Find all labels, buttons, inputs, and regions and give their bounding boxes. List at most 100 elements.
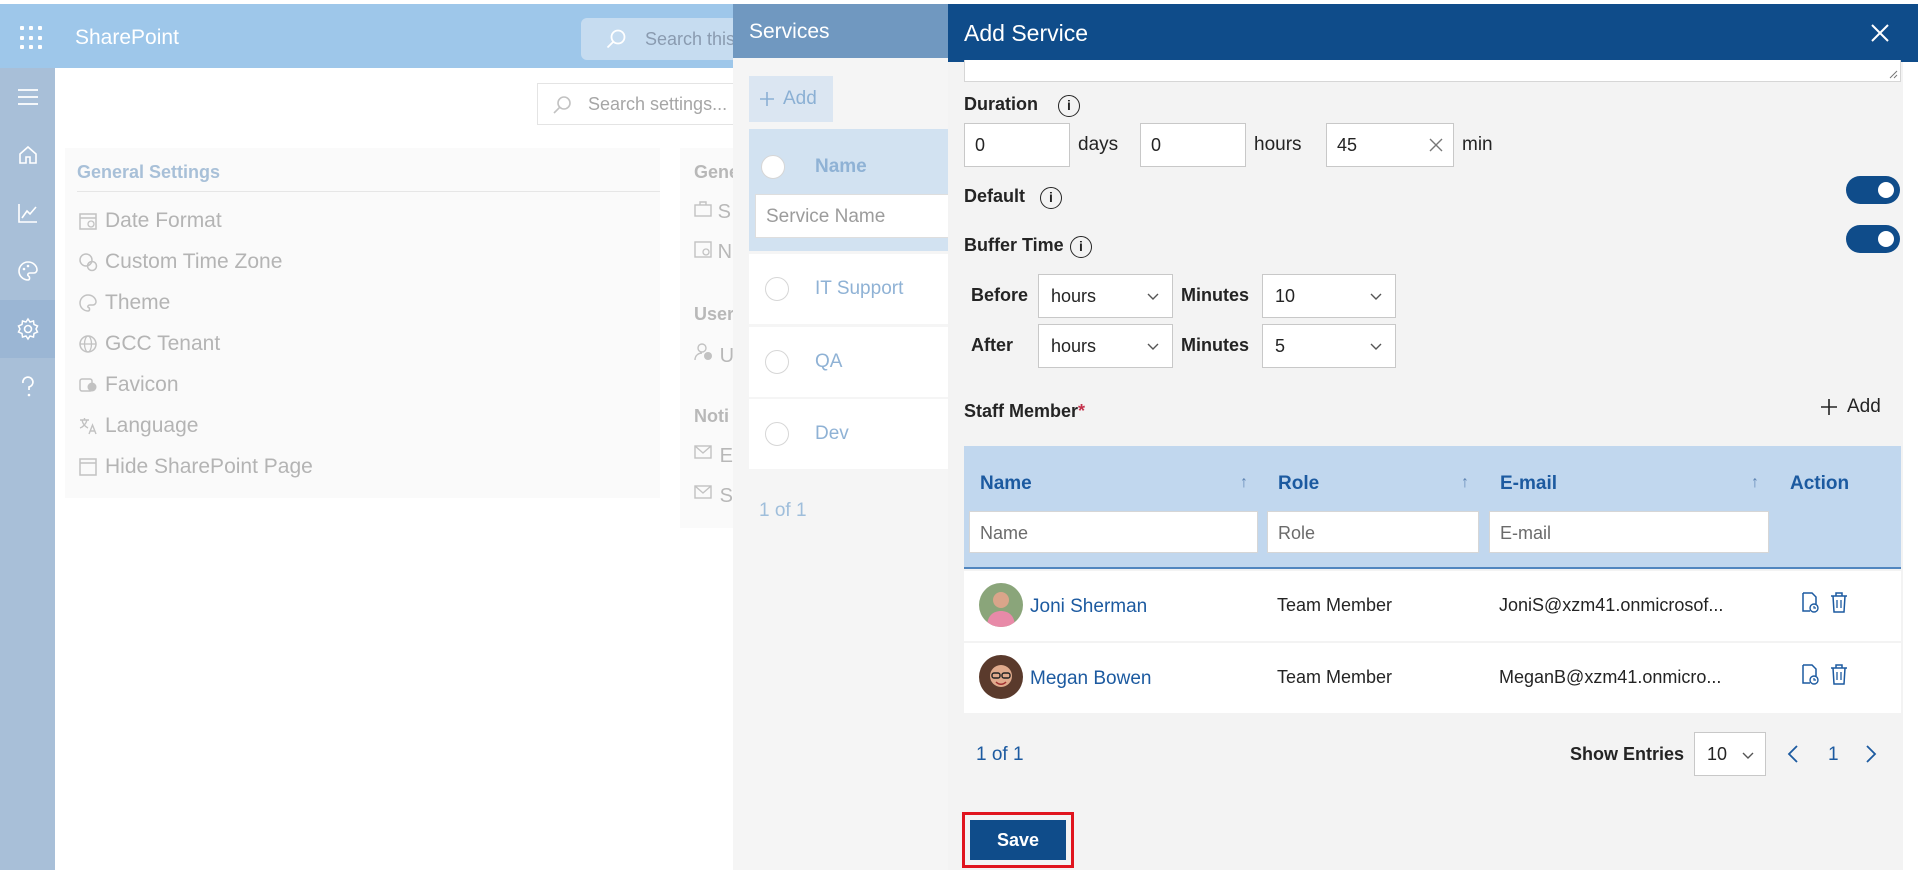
settings-item-partial[interactable]: S <box>694 200 731 224</box>
minutes-label: Minutes <box>1181 285 1250 305</box>
row-radio[interactable] <box>765 277 789 301</box>
staff-name-link[interactable]: Joni Sherman <box>1030 596 1147 618</box>
info-icon[interactable]: i <box>1070 236 1092 258</box>
before-unit-value: hours <box>1051 286 1097 306</box>
calendar-icon <box>77 210 99 232</box>
service-name-filter-input[interactable]: Service Name <box>755 194 953 238</box>
help-icon[interactable] <box>0 358 55 416</box>
services-add-button[interactable]: Add <box>749 76 833 122</box>
app-launcher-icon[interactable] <box>20 26 44 50</box>
settings-search-box[interactable]: Search settings... <box>537 83 757 125</box>
services-row[interactable]: IT Support <box>749 254 953 324</box>
settings-item-partial[interactable]: E <box>694 444 733 468</box>
settings-item-custom-time-zone[interactable]: Custom Time Zone <box>77 250 282 274</box>
close-icon[interactable] <box>1868 21 1892 45</box>
settings-item-favicon[interactable]: Favicon <box>77 373 179 397</box>
clear-icon[interactable] <box>1429 138 1443 152</box>
info-icon[interactable]: i <box>1040 187 1062 209</box>
plus-icon <box>760 92 774 106</box>
default-toggle[interactable] <box>1846 176 1900 204</box>
after-minutes-select[interactable]: 5 <box>1262 324 1396 368</box>
email-filter-input[interactable]: E-mail <box>1489 511 1769 553</box>
edit-schedule-icon[interactable] <box>1800 592 1820 619</box>
after-unit-select[interactable]: hours <box>1038 324 1173 368</box>
select-all-radio[interactable] <box>761 155 785 179</box>
settings-item-partial[interactable]: U <box>694 342 734 368</box>
service-name[interactable]: IT Support <box>815 278 903 300</box>
name-filter-input[interactable]: Name <box>969 511 1258 553</box>
column-header-name[interactable]: Name <box>980 473 1032 495</box>
staff-member-label: Staff Member <box>964 401 1079 421</box>
edit-schedule-icon[interactable] <box>1800 664 1820 691</box>
avatar <box>979 583 1023 627</box>
min-unit-label: min <box>1462 134 1493 155</box>
services-header: Services <box>733 4 953 58</box>
chevron-left-icon[interactable] <box>1786 744 1800 769</box>
before-label: Before <box>971 285 1029 305</box>
general-settings-card: General Settings Date Format Custom Time… <box>65 148 660 498</box>
chevron-down-icon <box>1370 293 1382 300</box>
settings-item-label: Theme <box>105 291 171 314</box>
settings-item-partial[interactable]: N <box>694 240 732 264</box>
page-number[interactable]: 1 <box>1828 744 1839 766</box>
role-filter-input[interactable]: Role <box>1267 511 1479 553</box>
scrollbar[interactable] <box>1903 62 1918 870</box>
palette-icon[interactable] <box>0 242 55 300</box>
duration-days-input[interactable]: 0 <box>964 123 1070 167</box>
menu-icon[interactable] <box>0 68 55 126</box>
home-icon[interactable] <box>0 126 55 184</box>
minutes-label: Minutes <box>1181 335 1250 355</box>
table-row: Joni Sherman Team Member JoniS@xzm41.onm… <box>964 571 1901 641</box>
settings-item-date-format[interactable]: Date Format <box>77 209 222 233</box>
sort-arrow-up-icon[interactable]: ↑ <box>1240 474 1248 492</box>
settings-item-label: Custom Time Zone <box>105 250 283 273</box>
services-row[interactable]: Dev <box>749 399 953 469</box>
settings-item-hide-sharepoint-page[interactable]: Hide SharePoint Page <box>77 455 313 479</box>
section-header: Noti <box>694 406 729 426</box>
after-label: After <box>971 335 1014 355</box>
settings-item-theme[interactable]: Theme <box>77 291 170 315</box>
chevron-down-icon <box>1742 752 1754 759</box>
settings-item-partial[interactable]: S <box>694 484 733 508</box>
staff-email: MeganB@xzm41.onmicro... <box>1499 667 1722 687</box>
buffer-time-toggle[interactable] <box>1846 225 1900 253</box>
delete-icon[interactable] <box>1830 664 1848 691</box>
column-header-name[interactable]: Name <box>815 156 867 178</box>
divider <box>77 191 660 192</box>
brand-title[interactable]: SharePoint <box>75 26 179 50</box>
before-unit-select[interactable]: hours <box>1038 274 1173 318</box>
save-button[interactable]: Save <box>970 820 1066 860</box>
add-staff-button[interactable]: Add <box>1820 396 1881 418</box>
settings-item-gcc-tenant[interactable]: GCC Tenant <box>77 332 220 356</box>
services-row[interactable]: QA <box>749 327 953 397</box>
duration-label: Duration <box>964 94 1038 114</box>
service-name[interactable]: Dev <box>815 423 849 445</box>
column-header-role[interactable]: Role <box>1278 473 1319 495</box>
chevron-right-icon[interactable] <box>1864 744 1878 769</box>
chevron-down-icon <box>1147 293 1159 300</box>
show-entries-select[interactable]: 10 <box>1694 732 1766 776</box>
sort-arrow-up-icon[interactable]: ↑ <box>1751 474 1759 492</box>
before-minutes-value: 10 <box>1275 286 1296 306</box>
row-radio[interactable] <box>765 422 789 446</box>
row-radio[interactable] <box>765 350 789 374</box>
delete-icon[interactable] <box>1830 592 1848 619</box>
analytics-icon[interactable] <box>0 184 55 242</box>
info-icon[interactable]: i <box>1058 95 1080 117</box>
palette-icon <box>77 292 99 314</box>
staff-name-link[interactable]: Megan Bowen <box>1030 668 1151 690</box>
column-header-email[interactable]: E-mail <box>1500 473 1557 495</box>
duration-hours-input[interactable]: 0 <box>1140 123 1246 167</box>
duration-min-input[interactable]: 45 <box>1326 123 1454 167</box>
after-minutes-value: 5 <box>1275 336 1286 356</box>
add-service-title: Add Service <box>964 20 1089 46</box>
search-icon <box>606 29 626 49</box>
before-minutes-select[interactable]: 10 <box>1262 274 1396 318</box>
briefcase-icon <box>694 201 712 217</box>
settings-icon[interactable] <box>0 300 55 358</box>
duration-min-value: 45 <box>1337 135 1358 155</box>
service-name[interactable]: QA <box>815 351 842 373</box>
description-textarea[interactable] <box>964 60 1901 82</box>
settings-item-language[interactable]: Language <box>77 414 198 438</box>
sort-arrow-up-icon[interactable]: ↑ <box>1461 474 1469 492</box>
